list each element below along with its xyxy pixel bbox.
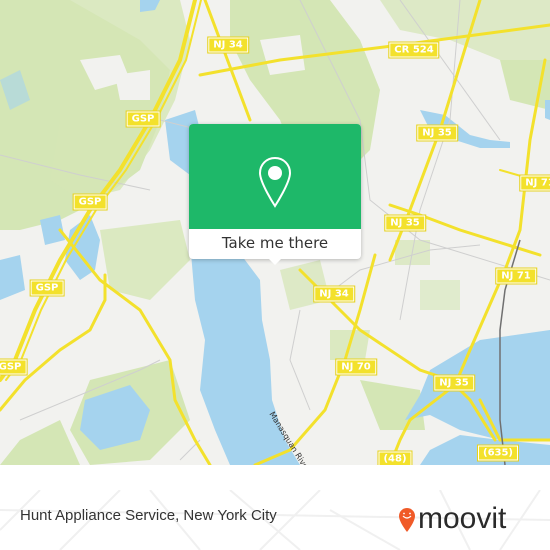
route-shield-nj34: NJ 34 — [207, 36, 249, 54]
route-shield-nj35: NJ 35 — [416, 124, 458, 142]
take-me-there-button[interactable]: Take me there — [189, 229, 361, 259]
route-shield-gsp: GSP — [125, 110, 161, 128]
map-pin-icon — [258, 156, 292, 208]
route-shield-gsp: GSP — [0, 358, 28, 376]
route-shield-gsp: GSP — [72, 193, 108, 211]
route-shield-nj71: NJ 71 — [519, 174, 550, 192]
moovit-pin-icon — [399, 508, 415, 532]
route-shield-nj71: NJ 71 — [495, 267, 537, 285]
place-name: Hunt Appliance Service, New York City — [20, 507, 277, 524]
route-shield-gsp: GSP — [29, 279, 65, 297]
popup-header — [189, 124, 361, 229]
map-view[interactable]: NJ 34 CR 524 GSP GSP GSP GSP NJ 35 NJ 35… — [0, 0, 550, 465]
route-shield-cr524: CR 524 — [388, 41, 440, 59]
footer-bar: Hunt Appliance Service, New York City mo… — [0, 490, 550, 550]
route-shield-nj70: NJ 70 — [335, 358, 377, 376]
route-shield-nj35: NJ 35 — [433, 374, 475, 392]
destination-popup: Take me there — [189, 124, 361, 265]
popup-pointer — [268, 258, 282, 265]
moovit-wordmark: moovit — [418, 502, 507, 535]
route-shield-nj34: NJ 34 — [313, 285, 355, 303]
route-shield-nj35: NJ 35 — [384, 214, 426, 232]
route-shield-48: (48) — [377, 450, 413, 465]
route-shield-635: (635) — [476, 444, 520, 462]
